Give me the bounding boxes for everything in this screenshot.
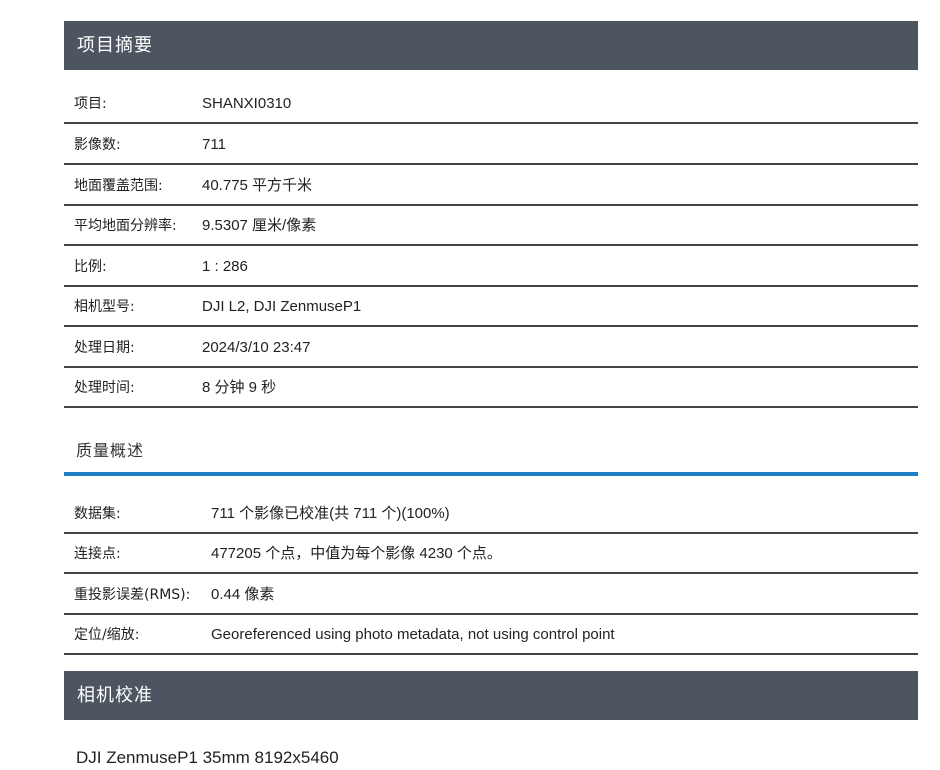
row-label: 数据集: — [74, 506, 121, 522]
summary-row-scale: 比例: 1 : 286 — [64, 247, 918, 287]
summary-row-gsd: 平均地面分辨率: 9.5307 厘米/像素 — [64, 206, 918, 246]
row-label: 项目: — [74, 96, 107, 112]
row-value: 477205 个点，中值为每个影像 4230 个点。 — [211, 545, 502, 562]
summary-row-project: 项目: SHANXI0310 — [64, 84, 918, 124]
quality-row-tie-points: 连接点: 477205 个点，中值为每个影像 4230 个点。 — [64, 534, 918, 574]
row-label: 比例: — [74, 259, 107, 275]
row-label: 连接点: — [74, 546, 121, 562]
row-label: 影像数: — [74, 137, 121, 153]
summary-row-processing-time: 处理时间: 8 分钟 9 秒 — [64, 368, 918, 408]
summary-row-coverage: 地面覆盖范围: 40.775 平方千米 — [64, 166, 918, 206]
row-value: 2024/3/10 23:47 — [202, 339, 311, 356]
row-value: 711 个影像已校准(共 711 个)(100%) — [211, 505, 450, 522]
row-value: 8 分钟 9 秒 — [202, 379, 277, 396]
section-title-quality: 质量概述 — [76, 441, 145, 460]
row-value: 40.775 平方千米 — [202, 177, 313, 194]
row-value: 1 : 286 — [202, 258, 248, 275]
report-page: 项目摘要 项目: SHANXI0310 影像数: 711 地面覆盖范围: 40.… — [0, 0, 940, 770]
quality-row-dataset: 数据集: 711 个影像已校准(共 711 个)(100%) — [64, 494, 918, 534]
quality-row-reprojection-error: 重投影误差(RMS): 0.44 像素 — [64, 575, 918, 615]
row-value: 9.5307 厘米/像素 — [202, 217, 317, 234]
camera-model-title: DJI ZenmuseP1 35mm 8192x5460 — [76, 748, 339, 767]
row-value: 0.44 像素 — [211, 586, 275, 603]
blue-divider — [64, 472, 918, 476]
row-value: Georeferenced using photo metadata, not … — [211, 626, 615, 643]
row-label: 平均地面分辨率: — [74, 218, 177, 234]
row-label: 地面覆盖范围: — [74, 178, 163, 194]
row-label: 定位/缩放: — [74, 627, 140, 643]
section-header-camera-calibration: 相机校准 — [64, 671, 918, 720]
clipped-top-line — [138, 0, 918, 8]
row-value: 711 — [202, 136, 226, 153]
section-header-summary: 项目摘要 — [64, 21, 918, 70]
row-value: DJI L2, DJI ZenmuseP1 — [202, 298, 362, 315]
row-label: 重投影误差(RMS): — [74, 587, 191, 603]
quality-row-georeferencing: 定位/缩放: Georeferenced using photo metadat… — [64, 615, 918, 655]
summary-row-camera-model: 相机型号: DJI L2, DJI ZenmuseP1 — [64, 287, 918, 327]
row-label: 相机型号: — [74, 299, 135, 315]
summary-row-processing-date: 处理日期: 2024/3/10 23:47 — [64, 328, 918, 368]
row-value: SHANXI0310 — [202, 95, 292, 112]
row-label: 处理时间: — [74, 380, 135, 396]
row-label: 处理日期: — [74, 340, 135, 356]
summary-row-image-count: 影像数: 711 — [64, 125, 918, 165]
